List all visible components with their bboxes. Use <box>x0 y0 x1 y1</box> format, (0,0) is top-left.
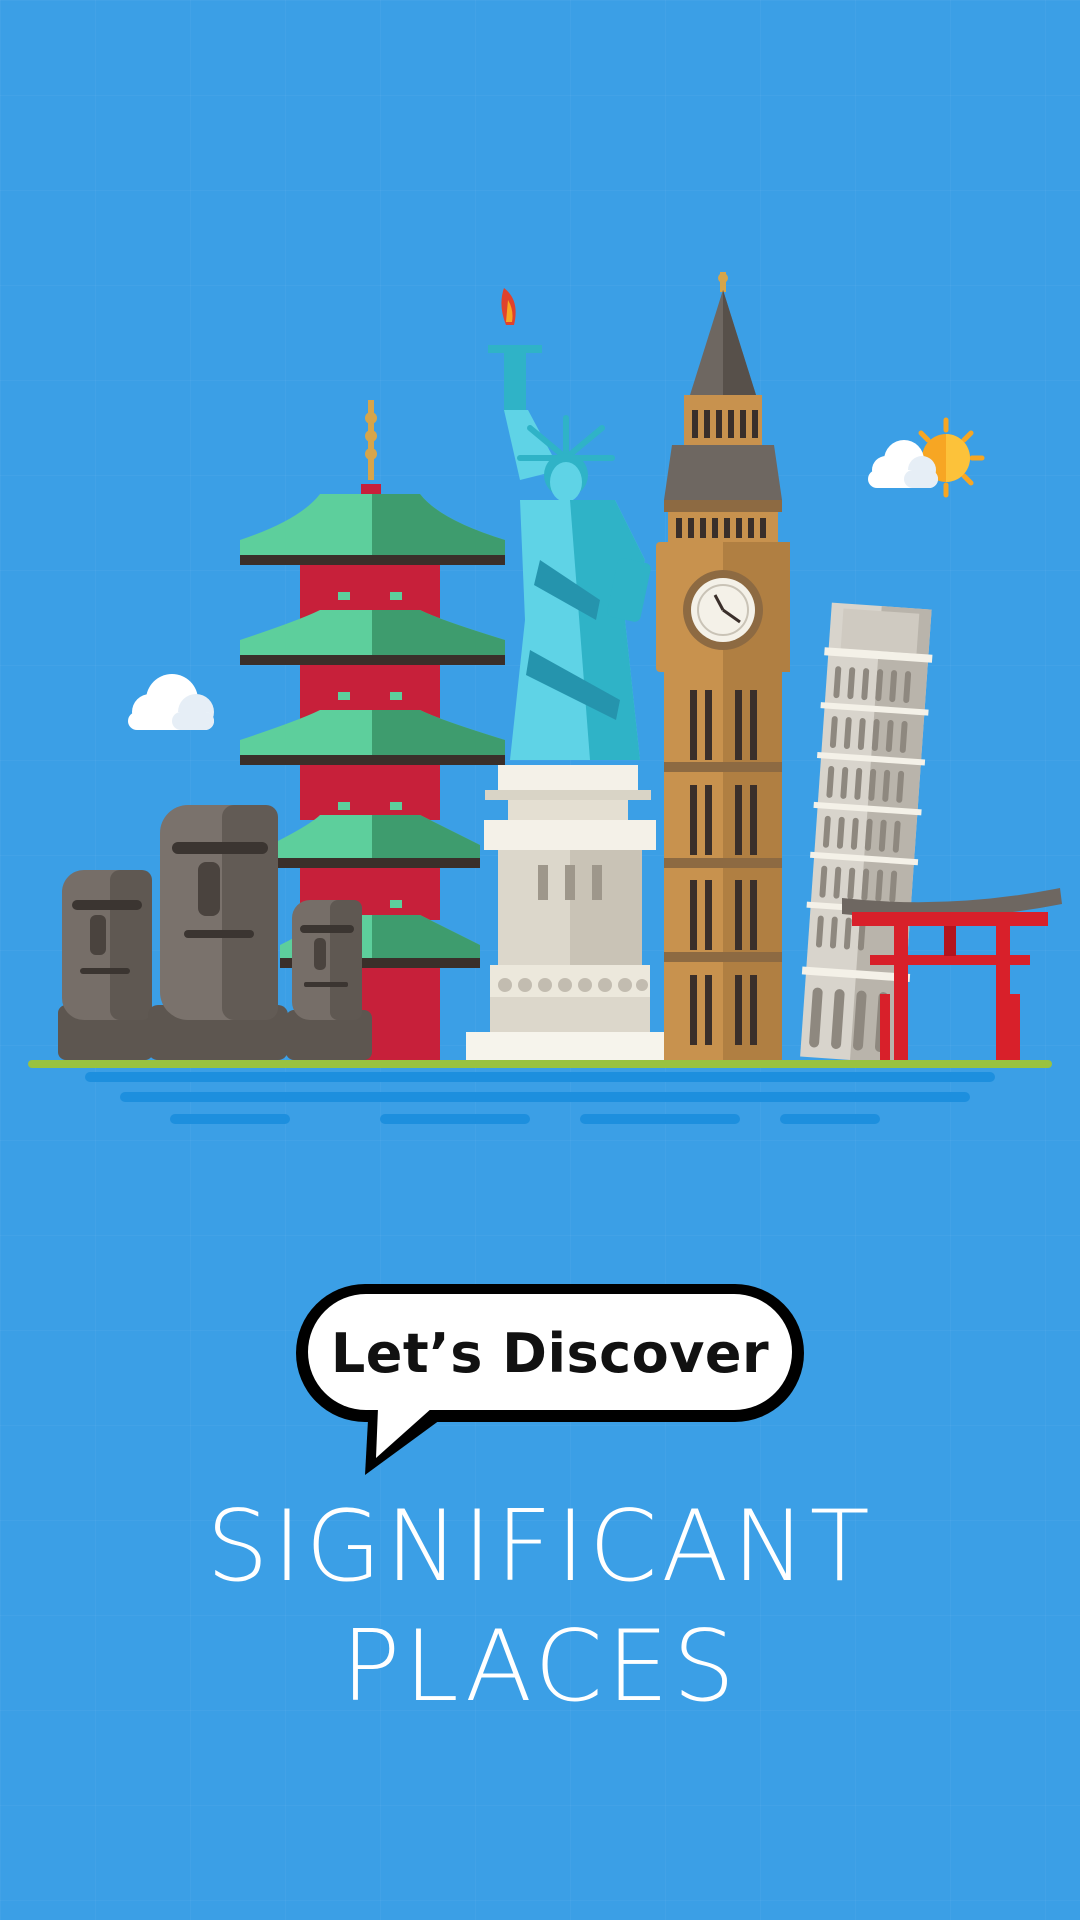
statue-of-liberty <box>466 288 674 1060</box>
headline-line-1: SIGNIFICANT <box>206 1490 874 1604</box>
leaning-tower-of-pisa <box>800 602 933 1064</box>
water-reflection <box>85 1072 995 1124</box>
speech-bubble-text: Let’s Discover <box>330 1321 770 1385</box>
pagoda <box>240 400 505 1060</box>
big-ben <box>656 272 790 1062</box>
speech-bubble: Let’s Discover <box>290 1280 810 1480</box>
cloud-icon <box>128 674 214 730</box>
landmarks-illustration <box>28 272 1062 1124</box>
headline-line-2: PLACES <box>341 1610 739 1724</box>
ground-line <box>28 1060 1052 1068</box>
